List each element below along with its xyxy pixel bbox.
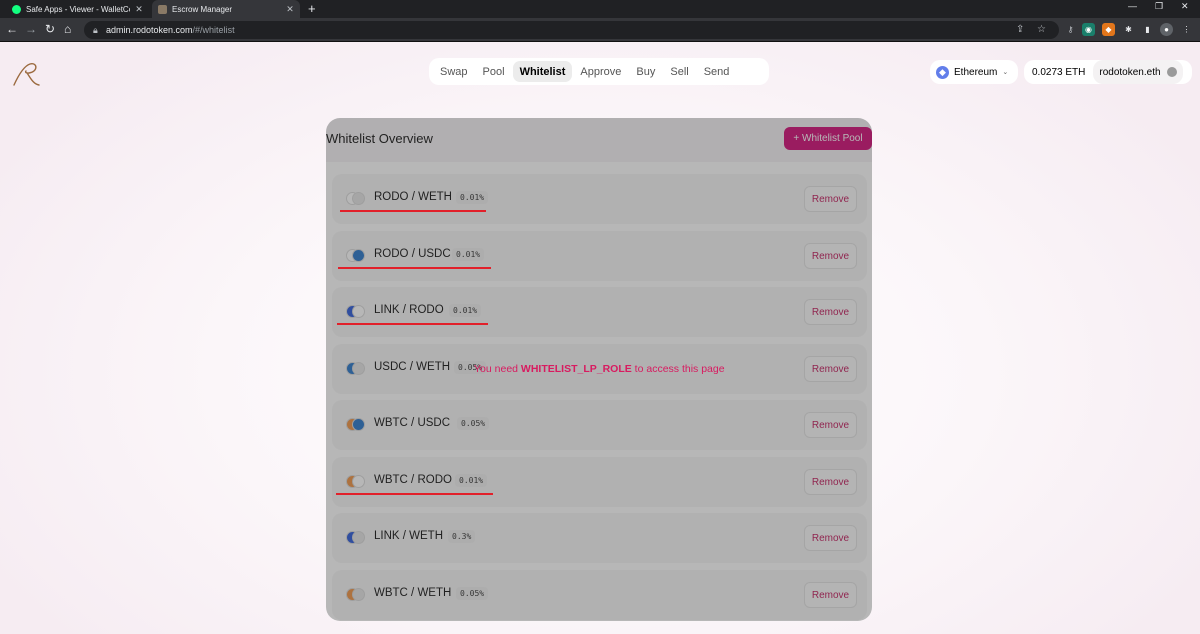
back-icon[interactable]: ← — [6, 23, 18, 35]
tab-title: Escrow Manager — [172, 4, 233, 14]
rodo-logo-icon[interactable] — [10, 60, 42, 88]
puzzle-extensions-icon[interactable]: ✱ — [1122, 23, 1135, 36]
account-widget[interactable]: 0.0273 ETH rodotoken.eth — [1024, 60, 1192, 84]
nav-buy[interactable]: Buy — [629, 61, 662, 82]
close-window-icon[interactable]: ✕ — [1181, 1, 1189, 12]
red-underline-annotation — [340, 210, 486, 212]
extension-badge-icon[interactable]: ◉ — [1082, 23, 1095, 36]
nav-whitelist[interactable]: Whitelist — [512, 61, 573, 82]
share-icon[interactable]: ⇪ — [1016, 24, 1024, 35]
main-nav: Swap Pool Whitelist Approve Buy Sell Sen… — [429, 58, 769, 85]
red-underline-annotation — [338, 267, 491, 269]
url-text: admin.rodotoken.com/#/whitelist — [106, 25, 235, 35]
nav-send[interactable]: Send — [697, 61, 737, 82]
browser-tab-safe-apps[interactable]: Safe Apps - Viewer - WalletConn ✕ — [6, 0, 149, 18]
chevron-down-icon: ⌄ — [1002, 69, 1009, 76]
profile-avatar-icon[interactable]: ● — [1160, 23, 1173, 36]
browser-tab-escrow-manager[interactable]: Escrow Manager ✕ — [152, 0, 300, 18]
bookmark-star-icon[interactable]: ☆ — [1037, 24, 1046, 35]
nav-swap[interactable]: Swap — [433, 61, 475, 82]
close-tab-icon[interactable]: ✕ — [286, 4, 294, 15]
close-tab-icon[interactable]: ✕ — [135, 4, 143, 15]
address-bar[interactable]: 🔒︎ admin.rodotoken.com/#/whitelist ⇪ ☆ — [84, 21, 1059, 39]
safe-favicon-icon — [12, 4, 21, 14]
reload-icon[interactable]: ↻ — [45, 23, 55, 35]
minimize-icon[interactable]: — — [1128, 1, 1137, 11]
metamask-fox-icon[interactable]: ◆ — [1102, 23, 1115, 36]
new-tab-icon[interactable]: + — [308, 1, 316, 16]
access-denied-message: You need WHITELIST_LP_ROLE to access thi… — [474, 363, 725, 375]
tab-title: Safe Apps - Viewer - WalletConn — [26, 4, 130, 14]
ethereum-icon: ◆ — [936, 65, 949, 79]
side-panel-icon[interactable]: ▮ — [1141, 23, 1154, 36]
home-icon[interactable]: ⌂ — [64, 23, 71, 35]
eth-balance: 0.0273 ETH — [1032, 66, 1086, 78]
red-underline-annotation — [336, 493, 493, 495]
account-avatar-icon — [1166, 67, 1177, 77]
extension-key-icon[interactable]: ⚷ — [1064, 23, 1077, 36]
browser-menu-icon[interactable]: ⋮ — [1180, 23, 1193, 36]
nav-pool[interactable]: Pool — [476, 61, 512, 82]
browser-tabstrip: Safe Apps - Viewer - WalletConn ✕ Escrow… — [0, 0, 1200, 18]
forward-icon[interactable]: → — [25, 23, 37, 35]
nav-approve[interactable]: Approve — [573, 61, 628, 82]
account-button[interactable]: rodotoken.eth — [1093, 60, 1183, 84]
network-label: Ethereum — [954, 66, 998, 78]
escrow-favicon-icon — [158, 4, 167, 14]
nav-sell[interactable]: Sell — [663, 61, 695, 82]
account-name: rodotoken.eth — [1099, 66, 1161, 78]
restore-icon[interactable]: ❐ — [1155, 1, 1163, 12]
browser-toolbar: ← → ↻ ⌂ 🔒︎ admin.rodotoken.com/#/whiteli… — [0, 18, 1200, 42]
lock-icon: 🔒︎ — [93, 25, 98, 35]
network-selector[interactable]: ◆ Ethereum ⌄ — [930, 60, 1018, 84]
app-page: Swap Pool Whitelist Approve Buy Sell Sen… — [0, 42, 1200, 634]
red-underline-annotation — [337, 323, 488, 325]
